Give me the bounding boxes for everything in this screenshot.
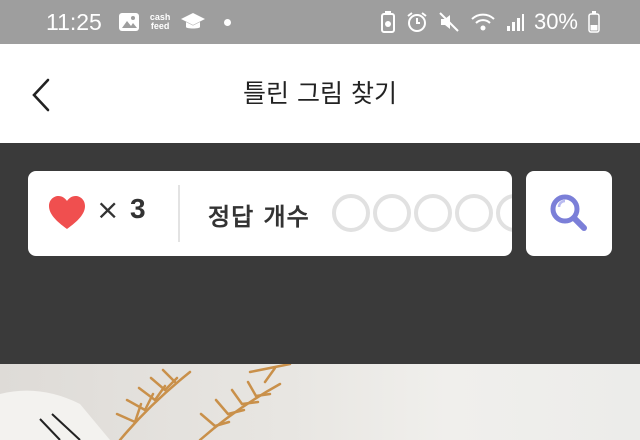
answer-progress — [332, 194, 512, 232]
mute-icon — [438, 11, 460, 33]
leaf-pattern-image — [0, 364, 292, 440]
status-bar: 11:25 cash feed 30% — [0, 0, 640, 44]
puzzle-image[interactable] — [0, 364, 640, 440]
status-time: 11:25 — [46, 8, 102, 35]
lives-multiplier: × — [96, 193, 120, 226]
answer-slot — [455, 194, 493, 232]
answer-slot — [496, 194, 512, 232]
graduation-cap-icon — [180, 12, 206, 32]
wifi-icon — [470, 11, 496, 33]
answer-count-label: 정답 개수 — [208, 203, 310, 231]
answer-slot — [373, 194, 411, 232]
app-header: 틀린 그림 찾기 — [0, 44, 640, 143]
game-panel: × 3 정답 개수 — [0, 143, 640, 364]
heart-icon — [49, 196, 85, 229]
answer-slot — [332, 194, 370, 232]
battery-percentage: 30% — [533, 9, 578, 34]
battery-icon — [588, 11, 600, 33]
battery-saver-icon — [380, 11, 396, 33]
lives-count: 3 — [130, 193, 146, 224]
page-title: 틀린 그림 찾기 — [243, 79, 397, 108]
gallery-icon — [118, 12, 140, 32]
answer-slot — [414, 194, 452, 232]
score-box: × 3 정답 개수 — [28, 171, 512, 256]
search-icon — [550, 194, 587, 231]
divider — [178, 185, 180, 242]
alarm-icon — [406, 11, 428, 33]
cashfeed-icon: cash feed — [149, 12, 171, 31]
signal-icon — [506, 12, 524, 32]
notification-dot-icon — [224, 18, 232, 26]
hint-search-button[interactable] — [526, 171, 612, 256]
